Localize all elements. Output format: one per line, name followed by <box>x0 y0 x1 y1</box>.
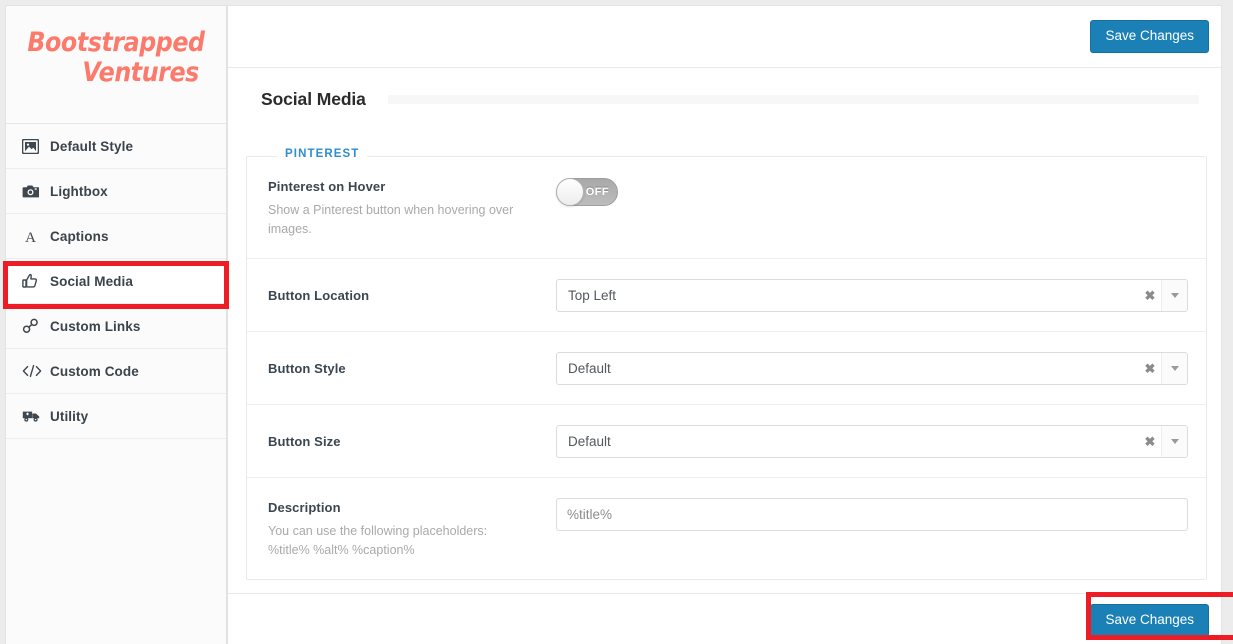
link-icon <box>22 318 50 334</box>
setting-label: Button Style <box>268 360 346 376</box>
sidebar-item-social-media[interactable]: Social Media <box>6 259 226 304</box>
select-value: Default <box>568 434 611 449</box>
sidebar-item-utility[interactable]: Utility <box>6 394 226 439</box>
pinterest-settings-fieldset: PINTEREST Pinterest on Hover Show a Pint… <box>246 148 1207 580</box>
chevron-down-icon[interactable] <box>1161 426 1187 457</box>
setting-hint: Show a Pinterest button when hovering ov… <box>268 203 514 236</box>
setting-label-group: Description You can use the following pl… <box>268 497 556 560</box>
description-input[interactable] <box>556 498 1188 531</box>
sidebar-item-label: Custom Links <box>50 318 141 334</box>
topbar-save-button[interactable]: Save Changes <box>1090 20 1209 53</box>
sidebar-item-lightbox[interactable]: Lightbox <box>6 169 226 214</box>
page-title: Social Media <box>261 88 366 109</box>
sidebar-item-label: Social Media <box>50 273 133 289</box>
setting-label-group: Button Size <box>268 434 556 449</box>
title-divider <box>387 94 1199 104</box>
camera-icon <box>22 184 50 198</box>
setting-label: Button Size <box>268 433 341 449</box>
chevron-down-icon[interactable] <box>1161 280 1187 311</box>
sidebar-item-custom-code[interactable]: Custom Code <box>6 349 226 394</box>
sidebar-item-label: Captions <box>50 228 109 244</box>
pinterest-on-hover-toggle[interactable]: OFF <box>556 178 618 206</box>
topbar: Save Changes <box>228 6 1221 68</box>
app-root: Bootstrapped Ventures Default Style Ligh… <box>0 0 1233 644</box>
button-style-select[interactable]: Default ✖ <box>556 352 1188 385</box>
toggle-knob[interactable] <box>556 178 584 206</box>
setting-control: Top Left ✖ <box>556 278 1188 312</box>
chevron-down-icon[interactable] <box>1161 353 1187 384</box>
setting-row-description: Description You can use the following pl… <box>247 478 1206 579</box>
toggle-state-label: OFF <box>585 186 609 198</box>
button-location-select[interactable]: Top Left ✖ <box>556 279 1188 312</box>
sidebar: Bootstrapped Ventures Default Style Ligh… <box>5 5 227 644</box>
code-icon <box>22 364 50 378</box>
setting-label: Description <box>268 500 341 515</box>
main-panel: Save Changes Social Media PINTEREST Pint… <box>227 5 1222 644</box>
sidebar-item-label: Utility <box>50 408 89 424</box>
setting-control: Default ✖ <box>556 351 1188 385</box>
sidebar-item-label: Custom Code <box>50 363 139 379</box>
setting-label: Button Location <box>268 287 370 303</box>
thumbs-up-icon <box>22 273 50 289</box>
brand-line-2: Ventures <box>82 57 199 88</box>
setting-row-button-size: Button Size Default ✖ <box>247 405 1206 478</box>
page-header: Social Media <box>228 68 1221 130</box>
sidebar-item-custom-links[interactable]: Custom Links <box>6 304 226 349</box>
setting-row-pinterest-on-hover: Pinterest on Hover Show a Pinterest butt… <box>247 157 1206 259</box>
ambulance-icon <box>22 409 50 423</box>
fieldset-legend: PINTEREST <box>277 148 368 160</box>
setting-control: OFF <box>556 176 1184 206</box>
sidebar-item-default-style[interactable]: Default Style <box>6 124 226 169</box>
button-size-select[interactable]: Default ✖ <box>556 425 1188 458</box>
image-icon <box>22 138 50 154</box>
sidebar-item-label: Default Style <box>50 138 134 154</box>
clear-icon[interactable]: ✖ <box>1139 362 1161 375</box>
setting-row-button-style: Button Style Default ✖ <box>247 332 1206 405</box>
setting-label-group: Pinterest on Hover Show a Pinterest butt… <box>268 176 556 239</box>
setting-row-button-location: Button Location Top Left ✖ <box>247 259 1206 332</box>
sidebar-item-captions[interactable]: A Captions <box>6 214 226 259</box>
setting-control: Default ✖ <box>556 424 1188 458</box>
brand-line-1: Bootstrapped <box>27 27 205 58</box>
setting-label: Pinterest on Hover <box>268 179 386 194</box>
setting-control <box>556 497 1188 531</box>
brand-logo-text: Bootstrapped Ventures <box>19 28 213 88</box>
text-a-icon: A <box>22 229 50 244</box>
svg-text:A: A <box>25 230 36 244</box>
select-value: Top Left <box>568 288 617 303</box>
footer-save-button[interactable]: Save Changes <box>1090 604 1209 637</box>
setting-label-group: Button Location <box>268 288 556 303</box>
footer-bar: Save Changes <box>228 593 1221 644</box>
clear-icon[interactable]: ✖ <box>1139 289 1161 302</box>
sidebar-item-label: Lightbox <box>50 183 108 199</box>
clear-icon[interactable]: ✖ <box>1139 435 1161 448</box>
brand-logo: Bootstrapped Ventures <box>6 6 226 124</box>
setting-hint: You can use the following placeholders: … <box>268 524 488 557</box>
select-value: Default <box>568 361 611 376</box>
setting-label-group: Button Style <box>268 361 556 376</box>
